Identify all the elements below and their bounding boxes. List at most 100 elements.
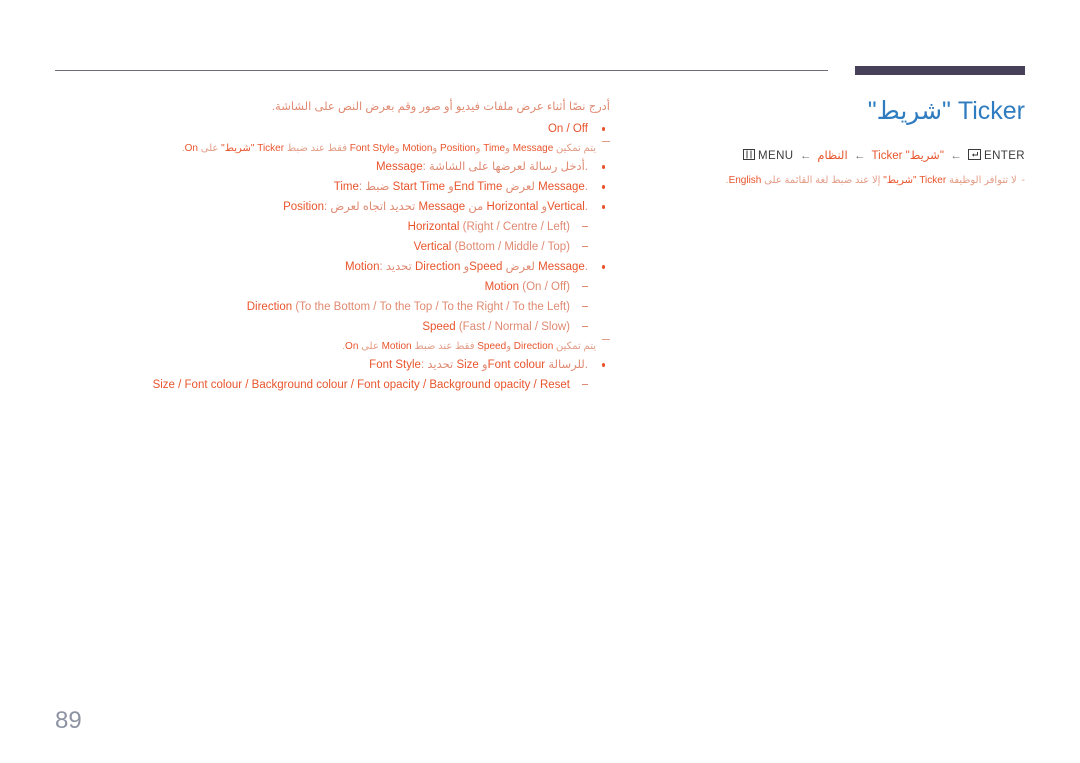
setting-term: Vertical [547,201,585,213]
header-note-text-before: لا تتوافر الوظيفة [948,175,1017,186]
setting-description: : أدخل رسالة لعرضها على الشاشة. [422,161,588,173]
header-note-term-english: English [728,175,762,186]
option-values: (Fast / Normal / Slow) [458,321,570,333]
setting-term: Message [512,143,554,154]
bullet-dot-icon [601,363,605,367]
setting-description: لعرض [502,181,539,193]
option-values: (Bottom / Middle / Top) [454,241,570,253]
bullet-dot-icon [601,165,605,169]
setting-term: Position [440,143,476,154]
setting-description: : تحديد [379,261,415,273]
top-bar [0,0,1080,90]
subnote-dash-icon [602,339,610,340]
setting-subnote-row: يتم تمكين Direction وSpeed فقط عند ضبط M… [50,338,610,355]
setting-description: . [584,261,588,273]
setting-term: Motion [381,341,412,352]
setting-term: Time [483,143,506,154]
breadcrumb-enter-label[interactable]: ENTER [984,150,1025,162]
breadcrumb-arrow-1: ← [799,150,812,162]
header-column: Ticker "شريط" MENU ← النظام ← Ticker "شر… [605,96,1025,188]
option-label: Speed [422,321,459,333]
breadcrumb-arrow-2: ← [853,150,866,162]
setting-description: . [584,181,588,193]
setting-bullet-row: Motion: تحديد Direction وSpeed لعرض Mess… [50,257,610,277]
setting-bullet-row: Message: أدخل رسالة لعرضها على الشاشة. [50,157,610,177]
setting-term: Motion [402,143,433,154]
option-dash-icon [582,384,588,385]
setting-option-row: Size / Font colour / Background colour /… [50,375,610,395]
setting-term: Ticker "شريط" [221,143,285,154]
setting-term: Position [283,201,324,213]
bullet-dot-icon [601,185,605,189]
chapter-tab-marker [855,66,1025,75]
setting-option-row: Direction (To the Bottom / To the Top / … [50,297,610,317]
setting-term: Message [375,161,423,173]
enter-icon [967,149,981,165]
subnote-dash-icon [602,141,610,142]
setting-term: Start Time [392,181,446,193]
page-number: 89 [55,707,82,734]
setting-term: On / Off [547,123,588,135]
header-note-dash: - [1021,175,1025,186]
setting-term: Motion [344,261,380,273]
setting-description: : ضبط [358,181,393,193]
main-content: أدرج نصًا أثناء عرض ملفات فيديو أو صور و… [50,98,610,395]
setting-option-row: Horizontal (Right / Centre / Left) [50,217,610,237]
header-note: -لا تتوافر الوظيفة Ticker "شريط" إلا عند… [605,173,1025,188]
setting-description: فقط عند ضبط [284,143,350,154]
header-rule [55,70,828,71]
option-label: Horizontal [407,221,463,233]
setting-description: لعرض [502,261,539,273]
setting-term: Direction [513,341,554,352]
breadcrumb-menu-label[interactable]: MENU [758,150,793,162]
setting-term: Speed [469,261,503,273]
setting-term: Size [456,359,479,371]
setting-description: و [478,359,488,371]
option-dash-icon [582,286,588,287]
setting-term: Message [538,181,585,193]
setting-term: Font colour [487,359,546,371]
setting-subnote-row: يتم تمكين Message وTime وPosition وMotio… [50,140,610,157]
setting-term: Horizontal [486,201,539,213]
setting-term: On [184,143,198,154]
option-dash-icon [582,246,588,247]
setting-bullet-row: Font Style: تحديد Size وFont colour للرس… [50,355,610,375]
option-dash-icon [582,226,588,227]
setting-description: و [538,201,548,213]
menu-icon [742,149,755,165]
header-note-text-middle: إلا عند ضبط لغة القائمة على [764,175,881,186]
setting-description: على [358,341,382,352]
setting-bullet-row: On / Off [50,119,610,139]
setting-option-row: Speed (Fast / Normal / Slow) [50,317,610,337]
setting-term: End Time [453,181,503,193]
breadcrumb-arrow-3: ← [950,150,962,162]
setting-description: . [584,201,588,213]
setting-term: Time [333,181,359,193]
setting-description: يتم تمكين [553,143,596,154]
setting-term: Speed [477,341,507,352]
setting-bullet-row: Position: تحديد اتجاه لعرض Message من Ho… [50,197,610,217]
setting-description: و [505,143,513,154]
intro-paragraph: أدرج نصًا أثناء عرض ملفات فيديو أو صور و… [271,101,610,113]
setting-description: من [465,201,487,213]
bullet-dot-icon [601,127,605,131]
setting-term: Message [418,201,466,213]
breadcrumb-item-ticker[interactable]: Ticker "شريط" [872,150,944,162]
setting-option-row: Motion (On / Off) [50,277,610,297]
settings-list: On / Off يتم تمكين Message وTime وPositio… [50,119,610,395]
option-dash-icon [582,306,588,307]
setting-description: و [445,181,454,193]
breadcrumb-item-system[interactable]: النظام [817,150,847,162]
bullet-dot-icon [601,265,605,269]
setting-description: و [432,143,441,154]
setting-description: : تحديد [420,359,457,371]
setting-term: Font Style [369,359,421,371]
option-label: Vertical [413,241,455,253]
setting-description: و [460,261,470,273]
setting-option-row: Vertical (Bottom / Middle / Top) [50,237,610,257]
option-values: (To the Bottom / To the Top / To the Rig… [295,301,570,313]
setting-term: Font Style [349,143,395,154]
option-label: Direction [246,301,296,313]
page-title: Ticker "شريط" [867,97,1025,125]
setting-description: و [506,341,514,352]
